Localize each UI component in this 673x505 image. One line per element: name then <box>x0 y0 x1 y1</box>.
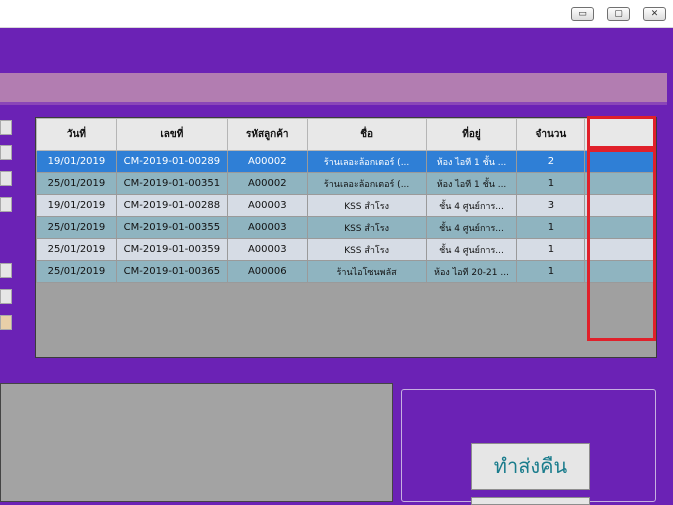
table-cell: 1 <box>516 238 586 261</box>
side-control-7[interactable] <box>0 315 12 330</box>
table-cell: A00002 <box>226 150 308 173</box>
minimize-icon[interactable]: ▭ <box>571 7 594 21</box>
table-cell: 19/01/2019 <box>36 194 117 217</box>
return-button[interactable]: ทำส่งคืน <box>471 443 590 490</box>
table-cell: 25/01/2019 <box>36 216 117 239</box>
column-header[interactable]: เลขที่ <box>115 118 228 151</box>
table-cell: KSS สำโรง <box>306 194 427 217</box>
table-cell: 25/01/2019 <box>36 238 117 261</box>
table-cell: 25/01/2019 <box>36 172 117 195</box>
table-cell: ร้านเลอะล้อกเตอร์ (... <box>306 150 427 173</box>
table-cell: A00006 <box>226 260 308 283</box>
table-cell: ชั้น 4 ศูนย์การ... <box>425 194 518 217</box>
table-cell: CM-2019-01-00351 <box>115 172 228 195</box>
header-bar <box>0 73 667 102</box>
side-control-5[interactable] <box>0 263 12 278</box>
column-header[interactable]: ที่อยู่ <box>425 118 518 151</box>
table-cell: 1 <box>516 172 586 195</box>
table-cell: CM-2019-01-00288 <box>115 194 228 217</box>
table-cell: 25/01/2019 <box>36 260 117 283</box>
table-cell: KSS สำโรง <box>306 238 427 261</box>
table-cell: CM-2019-01-00365 <box>115 260 228 283</box>
window-titlebar: ▭ ▢ ✕ <box>0 0 673 28</box>
table-cell: ห้อง ไอที 20-21 ... <box>425 260 518 283</box>
side-control-3[interactable] <box>0 171 12 186</box>
close-icon[interactable]: ✕ <box>643 7 666 21</box>
side-control-6[interactable] <box>0 289 12 304</box>
table-row[interactable]: 19/01/2019 CM-2019-01-00289 A00002 ร้านเลอะ… <box>36 150 656 173</box>
table-cell: ร้านเลอะล้อกเตอร์ (... <box>306 172 427 195</box>
table-row[interactable]: 25/01/2019 CM-2019-01-00355 A00003 KSS สำโร… <box>36 216 656 239</box>
table-cell: 1 <box>516 216 586 239</box>
table-cell: 2 <box>516 150 586 173</box>
table-row[interactable]: 25/01/2019 CM-2019-01-00359 A00003 KSS สำโร… <box>36 238 656 261</box>
data-grid[interactable]: วันที่ เลขที่ รหัสลูกค้า ชื่อ ที่อยู่ จำนวน 1… <box>35 117 657 358</box>
header-divider <box>0 102 667 105</box>
detail-panel <box>0 383 393 502</box>
table-row[interactable]: 25/01/2019 CM-2019-01-00365 A00006 ร้านไอโซ… <box>36 260 656 283</box>
table-cell: ชั้น 4 ศูนย์การ... <box>425 216 518 239</box>
column-header[interactable]: จำนวน <box>516 118 586 151</box>
table-cell: ห้อง ไอที 1 ชั้น ... <box>425 150 518 173</box>
secondary-button[interactable] <box>471 497 590 505</box>
table-row[interactable]: 19/01/2019 CM-2019-01-00288 A00003 KSS สำโร… <box>36 194 656 217</box>
column-header[interactable]: รหัสลูกค้า <box>226 118 308 151</box>
highlight-header-box <box>587 116 656 149</box>
table-cell: ร้านไอโซนพลัส <box>306 260 427 283</box>
table-cell: 1 <box>516 260 586 283</box>
column-header[interactable]: ชื่อ <box>306 118 427 151</box>
table-cell: A00003 <box>226 238 308 261</box>
table-cell: CM-2019-01-00355 <box>115 216 228 239</box>
table-cell: 3 <box>516 194 586 217</box>
table-cell: 19/01/2019 <box>36 150 117 173</box>
table-row[interactable]: 25/01/2019 CM-2019-01-00351 A00002 ร้านเลอะ… <box>36 172 656 195</box>
table-cell: A00003 <box>226 194 308 217</box>
side-control-1[interactable] <box>0 120 12 135</box>
table-cell: ชั้น 4 ศูนย์การ... <box>425 238 518 261</box>
table-cell: A00002 <box>226 172 308 195</box>
table-cell: A00003 <box>226 216 308 239</box>
side-control-2[interactable] <box>0 145 12 160</box>
table-cell: ห้อง ไอที 1 ชั้น ... <box>425 172 518 195</box>
maximize-icon[interactable]: ▢ <box>607 7 630 21</box>
highlight-column-box <box>587 149 656 341</box>
grid-body: 19/01/2019 CM-2019-01-00289 A00002 ร้านเลอะ… <box>36 150 656 283</box>
grid-header-row: วันที่ เลขที่ รหัสลูกค้า ชื่อ ที่อยู่ จำนวน <box>36 118 656 151</box>
side-control-4[interactable] <box>0 197 12 212</box>
grid-table: วันที่ เลขที่ รหัสลูกค้า ชื่อ ที่อยู่ จำนวน 1… <box>36 118 656 283</box>
table-cell: KSS สำโรง <box>306 216 427 239</box>
column-header[interactable]: วันที่ <box>36 118 117 151</box>
table-cell: CM-2019-01-00289 <box>115 150 228 173</box>
table-cell: CM-2019-01-00359 <box>115 238 228 261</box>
